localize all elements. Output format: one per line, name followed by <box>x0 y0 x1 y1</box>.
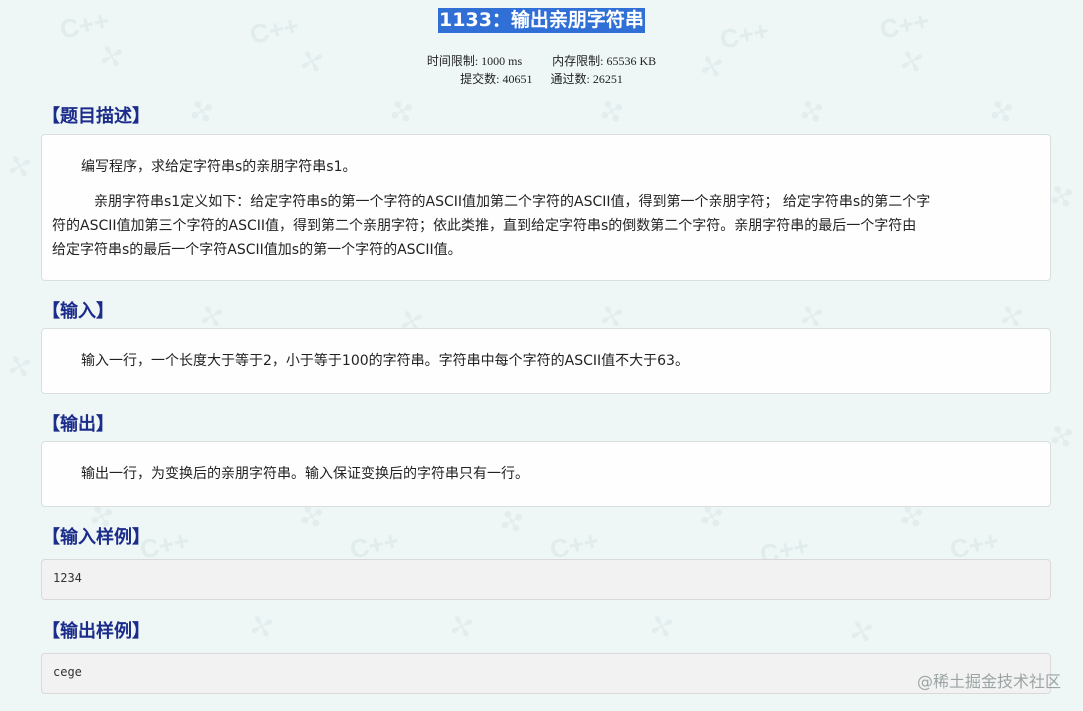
description-panel: 编写程序，求给定字符串s的亲朋字符串s1。 亲朋字符串s1定义如下：给定字符串s… <box>41 134 1051 281</box>
limits-row-1: 时间限制: 1000 ms 内存限制: 65536 KB <box>0 52 1083 69</box>
input-heading: 【输入】 <box>42 301 114 322</box>
input-panel: 输入一行，一个长度大于等于2，小于等于100的字符串。字符串中每个字符的ASCI… <box>41 328 1051 394</box>
problem-title: 1133：输出亲朋字符串 <box>438 8 645 33</box>
output-panel: 输出一行，为变换后的亲朋字符串。输入保证变换后的字符串只有一行。 <box>41 441 1051 507</box>
description-heading: 【题目描述】 <box>42 106 150 127</box>
title-row: 1133：输出亲朋字符串 <box>0 8 1083 33</box>
time-limit: 时间限制: 1000 ms <box>426 54 523 68</box>
input-text: 输入一行，一个长度大于等于2，小于等于100的字符串。字符串中每个字符的ASCI… <box>81 353 689 369</box>
description-para-2-line-3: 给定字符串s的最后一个字符ASCII值加s的第一个字符的ASCII值。 <box>52 242 462 258</box>
sample-output-heading: 【输出样例】 <box>42 621 150 642</box>
sample-input-code[interactable]: 1234 <box>41 559 1051 600</box>
description-para-2-line-1: 亲朋字符串s1定义如下：给定字符串s的第一个字符的ASCII值加第二个字符的AS… <box>94 194 931 210</box>
memory-limit: 内存限制: 65536 KB <box>552 54 657 68</box>
site-watermark: @稀土掘金技术社区 <box>916 672 1061 691</box>
description-para-2-line-2: 符的ASCII值加第三个字符的ASCII值，得到第二个亲朋字符；依此类推，直到给… <box>52 218 917 234</box>
limits-row-2: 提交数: 40651 通过数: 26251 <box>0 70 1083 87</box>
sample-output-code[interactable]: cege <box>41 653 1051 694</box>
submit-count: 提交数: 40651 <box>460 72 533 86</box>
pass-count: 通过数: 26251 <box>550 72 623 86</box>
sample-input-heading: 【输入样例】 <box>42 527 150 548</box>
description-para-1: 编写程序，求给定字符串s的亲朋字符串s1。 <box>81 159 357 175</box>
output-text: 输出一行，为变换后的亲朋字符串。输入保证变换后的字符串只有一行。 <box>81 466 529 482</box>
output-heading: 【输出】 <box>42 414 114 435</box>
